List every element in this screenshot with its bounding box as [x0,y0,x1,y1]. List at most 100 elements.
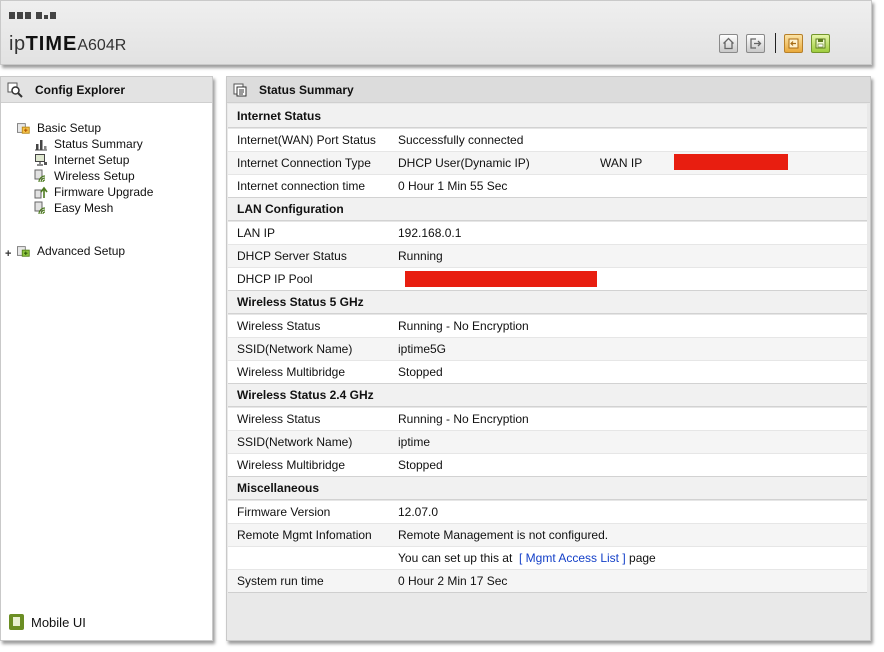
value-wireless24-multibridge: Stopped [398,458,443,472]
row-wireless5-multibridge: Wireless Multibridge Stopped [228,360,867,383]
row-wireless5-ssid: SSID(Network Name) iptime5G [228,337,867,360]
row-firmware-version: Firmware Version 12.07.0 [228,500,867,523]
remote-mgmt-hint: You can set up this at [ Mgmt Access Lis… [398,551,867,565]
magnifier-icon [7,82,23,98]
section-wireless-24ghz: Wireless Status 2.4 GHz [228,383,867,407]
row-connection-type: Internet Connection Type DHCP User(Dynam… [228,151,867,174]
config-explorer-title: Config Explorer [35,82,126,97]
row-lan-ip: LAN IP 192.168.0.1 [228,221,867,244]
header-divider [775,33,776,53]
value-system-runtime: 0 Hour 2 Min 17 Sec [398,574,508,588]
label-wan-ip: WAN IP [600,156,643,170]
brand-logo: ipTIMEA604R [9,33,126,56]
label-wireless5-status: Wireless Status [237,319,321,333]
tree-item-status-summary[interactable]: Status Summary [34,137,143,151]
status-summary-panel: Status Summary Internet Status Internet(… [226,76,871,641]
row-connection-time: Internet connection time 0 Hour 1 Min 55… [228,174,867,197]
value-wireless5-ssid: iptime5G [398,342,447,356]
label-dhcp-server: DHCP Server Status [237,249,347,263]
tree-item-wireless-setup[interactable]: Wireless Setup [34,169,135,183]
label-firmware-version: Firmware Version [237,505,331,519]
config-explorer-header: Config Explorer [1,77,212,103]
apply-icon[interactable] [784,33,803,53]
label-wireless24-status: Wireless Status [237,412,321,426]
redacted-wan-ip [674,154,788,170]
value-dhcp-server: Running [398,249,443,263]
bar-chart-icon [34,137,48,151]
label-wan-port-status: Internet(WAN) Port Status [237,133,376,147]
mobile-icon [9,614,24,630]
status-summary-header: Status Summary [227,77,870,103]
config-explorer-panel: Config Explorer Basic Setup Status Summa… [0,76,213,641]
tree-item-basic-setup[interactable]: Basic Setup [17,121,101,135]
section-lan-configuration: LAN Configuration [228,197,867,221]
value-remote-mgmt: Remote Management is not configured. [398,528,609,542]
tree-label-wireless-setup: Wireless Setup [54,169,135,183]
value-wireless5-multibridge: Stopped [398,365,443,379]
mobile-ui-label: Mobile UI [31,614,86,630]
mgmt-access-list-link[interactable]: [ Mgmt Access List ] [519,551,626,565]
header-bar: ipTIMEA604R [0,0,872,65]
row-remote-mgmt: Remote Mgmt Infomation Remote Management… [228,523,867,546]
brand-prefix: ip [9,33,26,55]
row-system-runtime: System run time 0 Hour 2 Min 17 Sec [228,569,867,592]
logout-icon[interactable] [746,33,765,53]
label-wireless24-multibridge: Wireless Multibridge [237,458,346,472]
value-lan-ip: 192.168.0.1 [398,226,462,240]
redacted-dhcp-pool [405,271,597,287]
status-table: Internet Status Internet(WAN) Port Statu… [228,104,867,593]
tree-item-internet-setup[interactable]: Internet Setup [34,153,129,167]
tree-item-advanced-setup[interactable]: Advanced Setup [17,244,125,258]
value-wireless5-status: Running - No Encryption [398,319,529,333]
label-system-runtime: System run time [237,574,324,588]
monitor-icon [34,153,48,167]
tree-label-internet-setup: Internet Setup [54,153,130,167]
value-wan-port-status: Successfully connected [398,133,524,147]
row-dhcp-server: DHCP Server Status Running [228,244,867,267]
mesh-icon [34,201,48,215]
section-wireless-5ghz: Wireless Status 5 GHz [228,290,867,314]
row-wan-port-status: Internet(WAN) Port Status Successfully c… [228,128,867,151]
status-summary-title: Status Summary [259,82,354,97]
label-dhcp-pool: DHCP IP Pool [237,272,313,286]
tree-label-firmware-upgrade: Firmware Upgrade [54,185,154,199]
label-connection-time: Internet connection time [237,179,366,193]
tree-label-easy-mesh: Easy Mesh [54,201,114,215]
value-wireless24-ssid: iptime [398,435,431,449]
section-internet-status: Internet Status [228,104,867,128]
tree-label-basic-setup: Basic Setup [37,121,102,135]
value-wireless24-status: Running - No Encryption [398,412,529,426]
row-dhcp-pool: DHCP IP Pool [228,267,867,290]
value-connection-time: 0 Hour 1 Min 55 Sec [398,179,508,193]
brand-mark: TIME [25,33,78,55]
value-firmware-version: 12.07.0 [398,505,439,519]
row-wireless24-ssid: SSID(Network Name) iptime [228,430,867,453]
firmware-upgrade-icon [34,185,48,199]
row-wireless24-multibridge: Wireless Multibridge Stopped [228,453,867,476]
row-wireless5-status: Wireless Status Running - No Encryption [228,314,867,337]
row-wireless24-status: Wireless Status Running - No Encryption [228,407,867,430]
row-remote-mgmt-hint: You can set up this at [ Mgmt Access Lis… [228,546,867,569]
folder-closed-icon [17,244,31,258]
label-remote-mgmt: Remote Mgmt Infomation [237,528,372,542]
tree-label-advanced-setup: Advanced Setup [37,244,126,258]
tree-label-status-summary: Status Summary [54,137,143,151]
label-connection-type: Internet Connection Type [237,156,371,170]
mobile-ui-link[interactable]: Mobile UI [9,614,86,630]
document-icon [233,83,247,97]
folder-open-icon [17,121,31,135]
tree-item-firmware-upgrade[interactable]: Firmware Upgrade [34,185,153,199]
iptime-logo-mark [9,12,56,19]
section-miscellaneous: Miscellaneous [228,476,867,500]
save-icon[interactable] [811,33,830,53]
label-wireless24-ssid: SSID(Network Name) [237,435,353,449]
tree-item-easy-mesh[interactable]: Easy Mesh [34,201,113,215]
home-icon[interactable] [719,33,738,53]
remote-hint-suffix: page [629,551,656,565]
value-connection-type: DHCP User(Dynamic IP) [398,156,530,170]
expand-plus-icon[interactable]: + [5,248,11,260]
model-name: A604R [77,37,127,54]
label-lan-ip: LAN IP [237,226,276,240]
label-wireless5-multibridge: Wireless Multibridge [237,365,346,379]
remote-hint-prefix: You can set up this at [398,551,513,565]
